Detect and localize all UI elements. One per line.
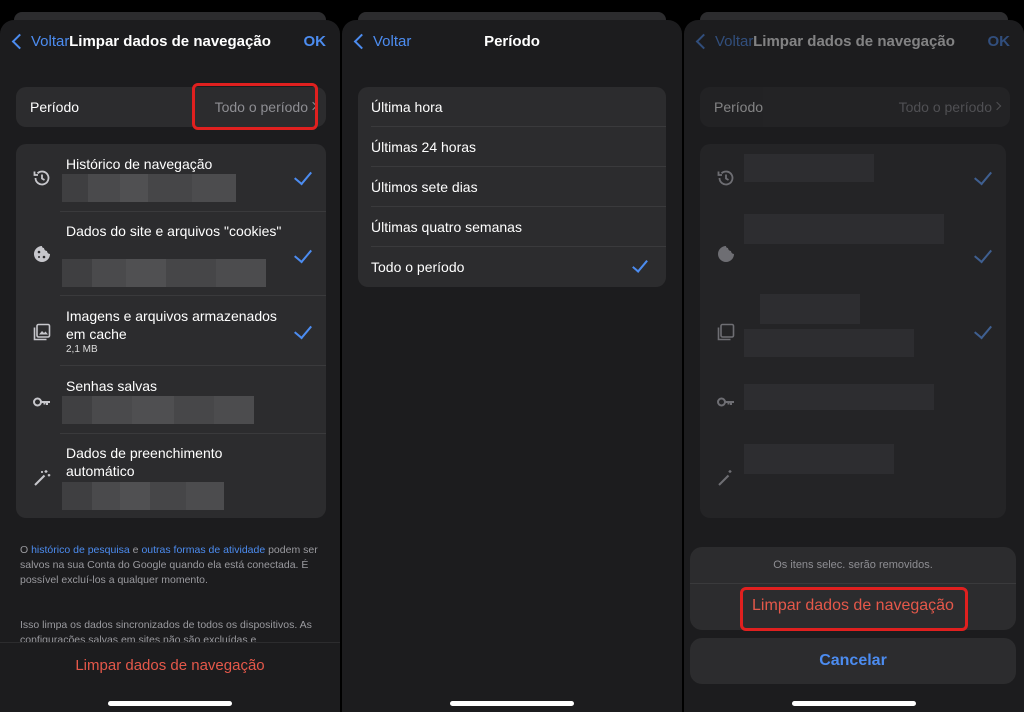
history-icon — [717, 170, 734, 186]
ok-button[interactable]: OK — [304, 33, 327, 50]
period-option-selected[interactable]: Todo o período — [358, 247, 666, 287]
item-title: Histórico de navegação — [66, 156, 213, 172]
option-label: Últimas 24 horas — [371, 139, 477, 155]
item-title: Senhas salvas — [66, 378, 158, 394]
checkmark-icon — [974, 244, 992, 264]
checkmark-icon — [974, 320, 992, 340]
page-title: Período — [484, 33, 540, 50]
nav-bar: Voltar Limpar dados de navegação OK — [0, 30, 340, 58]
checkmark-icon — [632, 256, 648, 273]
option-label: Últimos sete dias — [371, 179, 478, 195]
ok-button[interactable]: OK — [988, 33, 1011, 50]
other-activity-link[interactable]: outras formas de atividade — [141, 544, 265, 556]
blurred-detail — [62, 396, 254, 424]
clear-browsing-data-button[interactable]: Limpar dados de navegação — [0, 657, 340, 674]
blurred-detail — [62, 174, 236, 202]
item-title: Dados de preenchimento automático — [66, 445, 223, 479]
cancel-button[interactable]: Cancelar — [690, 638, 1016, 684]
option-label: Todo o período — [371, 259, 465, 275]
period-option[interactable]: Últimas quatro semanas — [358, 207, 666, 247]
cancel-label: Cancelar — [819, 652, 887, 669]
list-item-cache[interactable]: Imagens e arquivos armazenados em cache … — [16, 296, 326, 366]
option-label: Últimas quatro semanas — [371, 219, 522, 235]
period-option[interactable]: Últimas 24 horas — [358, 127, 666, 167]
checkmark-icon — [294, 320, 312, 340]
bottom-toolbar: Limpar dados de navegação — [0, 642, 340, 712]
pixelated-list — [700, 144, 1006, 518]
highlight-box — [192, 83, 318, 130]
clear-data-screen: Voltar Limpar dados de navegação OK Perí… — [0, 20, 340, 712]
image-icon — [717, 323, 735, 341]
page-title: Limpar dados de navegação — [69, 33, 271, 50]
checkmark-icon — [294, 244, 312, 264]
home-indicator — [450, 701, 574, 706]
checkmark-icon — [294, 166, 312, 186]
period-row[interactable]: Período Todo o período — [700, 87, 1010, 127]
image-icon — [33, 323, 51, 341]
home-indicator — [108, 701, 232, 706]
cookie-icon — [34, 246, 50, 262]
period-option[interactable]: Última hora — [358, 87, 666, 127]
period-label: Período — [30, 99, 80, 115]
period-screen: Voltar Período Última hora Últimas 24 ho… — [342, 20, 682, 712]
option-label: Última hora — [371, 99, 443, 115]
item-size: 2,1 MB — [66, 344, 98, 355]
page-title: Limpar dados de navegação — [753, 33, 955, 50]
list-item-autofill[interactable]: Dados de preenchimento automático — [16, 434, 326, 518]
item-title: Dados do site e arquivos "cookies" — [66, 223, 282, 239]
footnote-activity: O histórico de pesquisa e outras formas … — [20, 543, 326, 588]
period-value: Todo o período — [898, 99, 992, 115]
list-item-cookies[interactable]: Dados do site e arquivos "cookies" — [16, 212, 326, 296]
blurred-detail — [62, 259, 266, 287]
list-item-history[interactable]: Histórico de navegação — [16, 144, 326, 212]
nav-bar: Voltar Período — [342, 30, 682, 58]
confirm-clear-screen: Voltar Limpar dados de navegação OK Perí… — [684, 20, 1024, 712]
chevron-right-icon — [992, 101, 1002, 111]
period-option[interactable]: Últimos sete dias — [358, 167, 666, 207]
action-sheet-message: Os itens selec. serão removidos. — [773, 559, 933, 571]
cookie-icon — [718, 246, 734, 262]
footnote-text: O — [20, 544, 32, 556]
period-options-list: Última hora Últimas 24 horas Últimos set… — [358, 87, 666, 287]
list-item-passwords[interactable]: Senhas salvas — [16, 366, 326, 434]
nav-bar: Voltar Limpar dados de navegação OK — [684, 30, 1024, 58]
footnote-text: e — [129, 544, 142, 556]
home-indicator — [792, 701, 916, 706]
data-types-list: Histórico de navegação Dados do site e a… — [16, 144, 326, 518]
highlight-box — [740, 587, 968, 631]
magic-wand-icon — [718, 470, 732, 486]
magic-wand-icon — [34, 470, 51, 486]
key-icon — [717, 397, 734, 407]
period-label: Período — [714, 99, 764, 115]
blurred-detail — [62, 482, 224, 510]
history-icon — [33, 170, 50, 186]
search-history-link[interactable]: histórico de pesquisa — [31, 544, 130, 556]
checkmark-icon — [974, 166, 992, 186]
item-title: Imagens e arquivos armazenados em cache — [66, 308, 277, 342]
footnote-sync: Isso limpa os dados sincronizados de tod… — [20, 619, 312, 642]
key-icon — [33, 397, 50, 407]
